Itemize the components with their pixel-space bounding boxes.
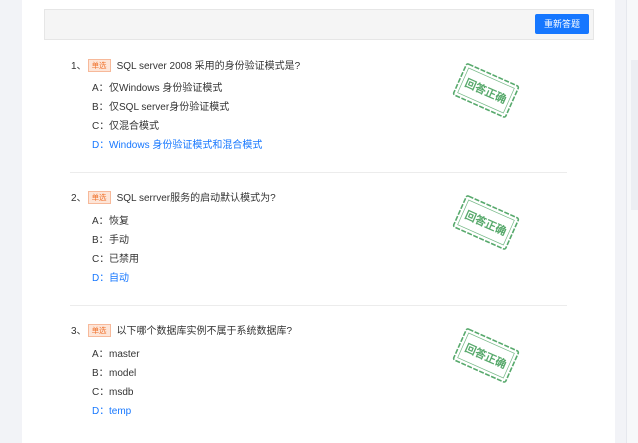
option-d-correct: D：自动: [92, 273, 129, 284]
redo-quiz-button[interactable]: 重新答题: [535, 14, 589, 34]
option-b: B：model: [92, 368, 137, 379]
question-type-badge: 单选: [87, 324, 111, 337]
question-title: 3、 单选 以下哪个数据库实例不属于系统数据库?: [71, 324, 292, 338]
option-a: A：master: [92, 349, 140, 360]
question-number: 3、: [71, 326, 87, 337]
question-text: SQL server 2008 采用的身份验证模式是?: [116, 61, 301, 72]
question-number: 2、: [71, 193, 87, 204]
option-a: A：仅Windows 身份验证模式: [92, 83, 223, 94]
option-b: B：手动: [92, 235, 129, 246]
question-divider: [70, 172, 567, 173]
option-d-correct: D：temp: [92, 406, 132, 417]
option-c: C：msdb: [92, 387, 134, 398]
option-d-correct: D：Windows 身份验证模式和混合模式: [92, 140, 263, 151]
option-c: C：已禁用: [92, 254, 139, 265]
scroll-track[interactable]: [631, 60, 638, 210]
quiz-toolbar: 重新答题: [44, 9, 594, 40]
question-type-badge: 单选: [87, 191, 111, 204]
right-sidebar-edge: [626, 0, 638, 443]
question-text: 以下哪个数据库实例不属于系统数据库?: [116, 326, 293, 337]
option-c: C：仅混合模式: [92, 121, 159, 132]
question-text: SQL serrver服务的启动默认模式为?: [116, 193, 276, 204]
option-b: B：仅SQL server身份验证模式: [92, 102, 230, 113]
question-number: 1、: [71, 61, 87, 72]
question-type-badge: 单选: [87, 59, 111, 72]
option-a: A：恢复: [92, 216, 129, 227]
question-title: 1、 单选 SQL server 2008 采用的身份验证模式是?: [71, 59, 300, 73]
question-title: 2、 单选 SQL serrver服务的启动默认模式为?: [71, 191, 276, 205]
question-divider: [70, 305, 567, 306]
